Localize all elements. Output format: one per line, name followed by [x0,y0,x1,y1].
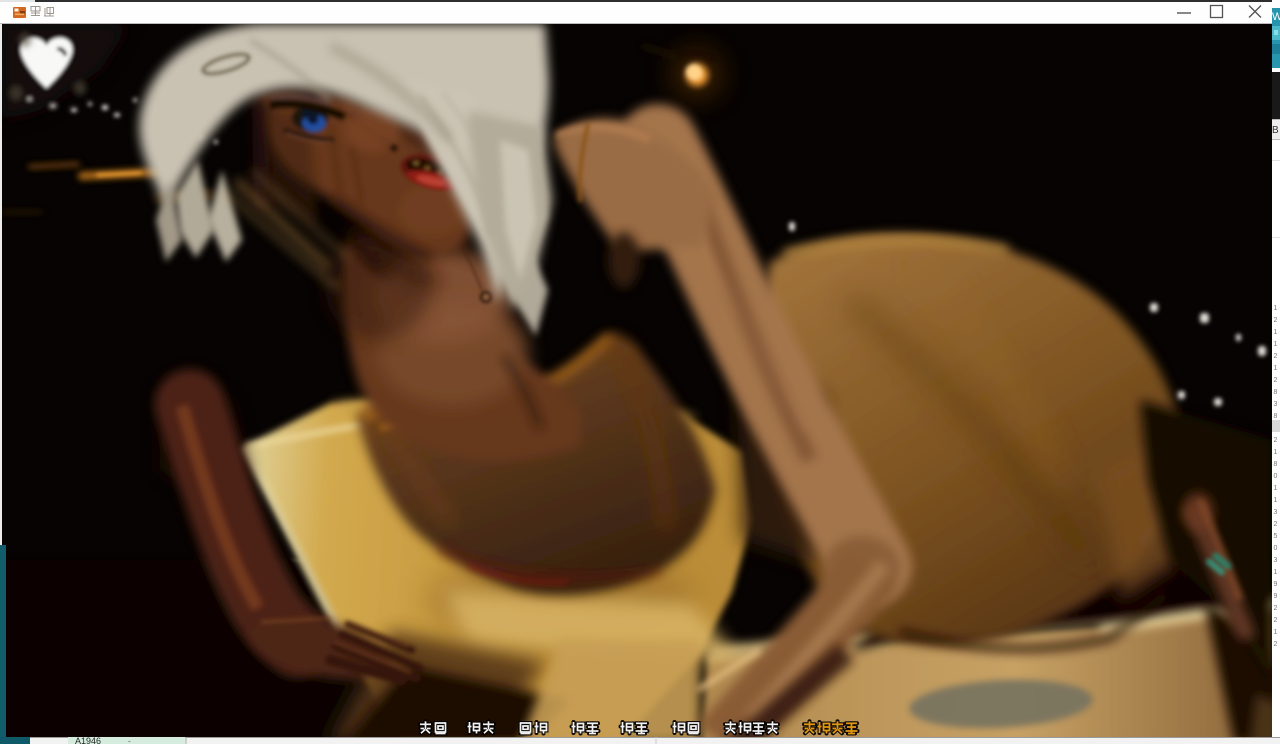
svg-text:8: 8 [1274,389,1278,396]
svg-text:1: 1 [1274,449,1278,456]
svg-text:1: 1 [1274,485,1278,492]
svg-text:3: 3 [1274,401,1278,408]
svg-text:5: 5 [1274,533,1278,540]
svg-text:8: 8 [1274,461,1278,468]
svg-text:1: 1 [1274,365,1278,372]
svg-text:9: 9 [1274,593,1278,600]
svg-text:8: 8 [1274,413,1278,420]
svg-text:1: 1 [1274,497,1278,504]
svg-text:2: 2 [1274,437,1278,444]
svg-text:2: 2 [1274,317,1278,324]
svg-text:3: 3 [1274,509,1278,516]
svg-text:0: 0 [1274,545,1278,552]
svg-text:1: 1 [1274,629,1278,636]
svg-text:-: - [128,737,131,744]
svg-text:0: 0 [1274,473,1278,480]
svg-text:1: 1 [1274,305,1278,312]
svg-text:1: 1 [1274,329,1278,336]
svg-text:A1946: A1946 [75,737,101,744]
svg-text:B: B [1272,125,1279,136]
svg-text:1: 1 [1274,569,1278,576]
svg-text:1: 1 [1274,341,1278,348]
svg-text:2: 2 [1274,521,1278,528]
svg-text:9: 9 [1274,581,1278,588]
svg-text:2: 2 [1274,641,1278,648]
svg-text:W: W [1272,11,1280,23]
svg-text:2: 2 [1274,353,1278,360]
svg-text:2: 2 [1274,605,1278,612]
svg-text:2: 2 [1274,617,1278,624]
svg-text:3: 3 [1274,557,1278,564]
svg-text:2: 2 [1274,377,1278,384]
